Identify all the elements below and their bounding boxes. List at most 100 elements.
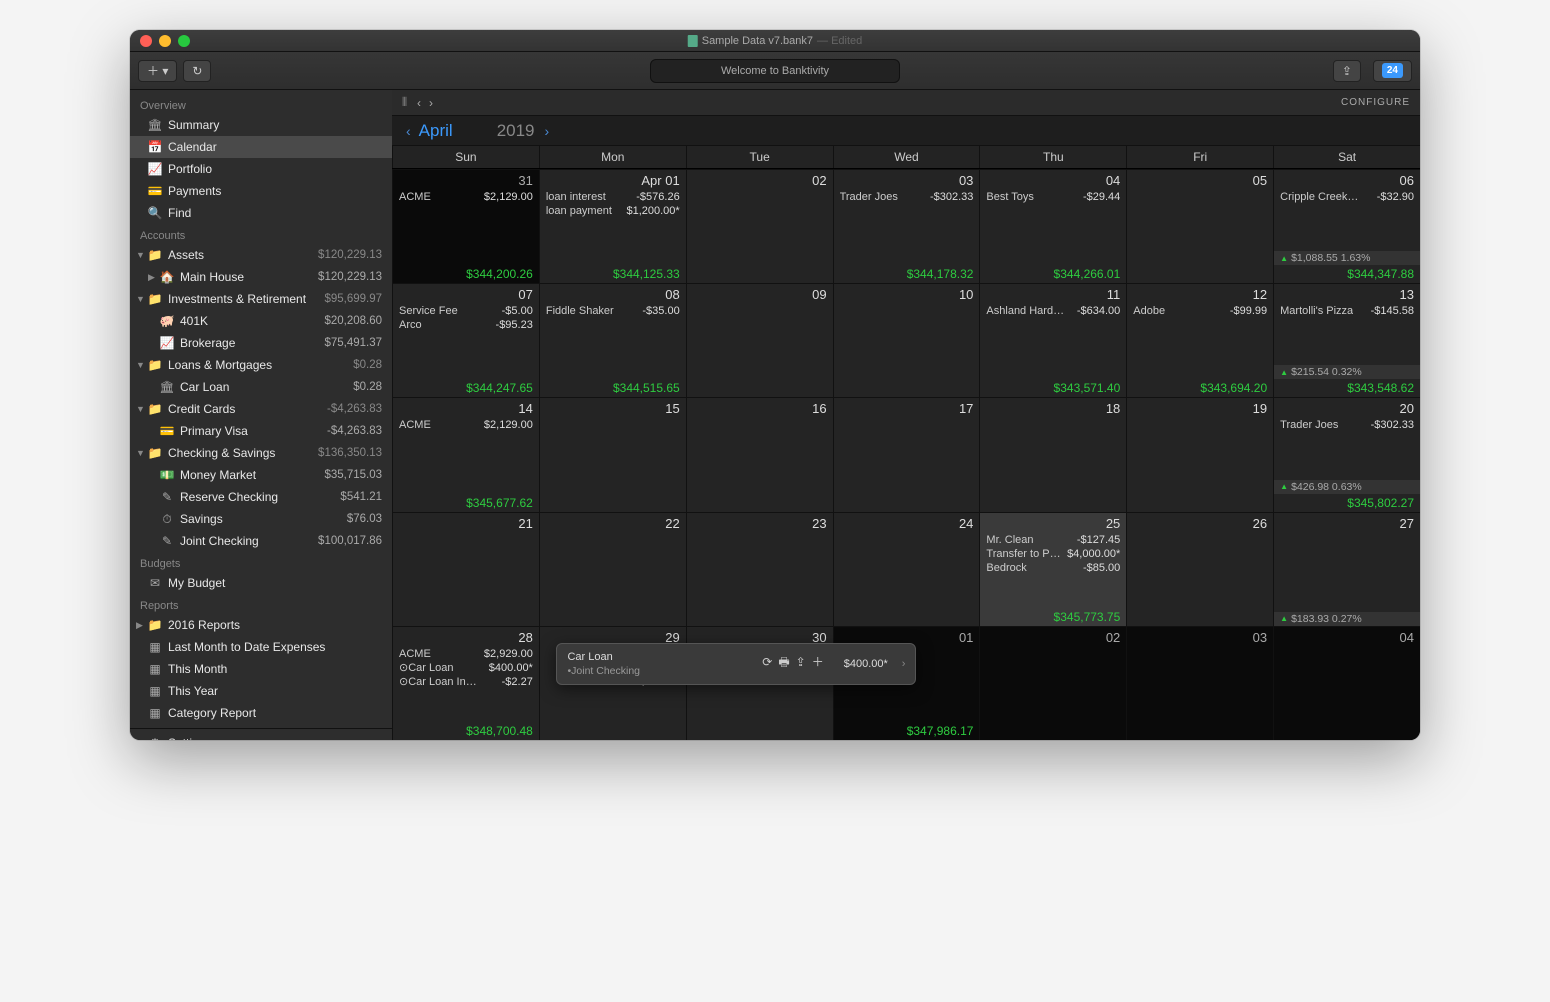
zoom-icon[interactable] bbox=[178, 35, 190, 47]
transaction-row[interactable]: ACME$2,129.00 bbox=[399, 190, 533, 204]
sidebar-item-checking-savings[interactable]: ▼ 📁 Checking & Savings $136,350.13 bbox=[130, 442, 392, 464]
calendar-cell[interactable]: 18 bbox=[979, 397, 1126, 511]
sidebar-item-summary[interactable]: 🏛 Summary bbox=[130, 114, 392, 136]
calendar-cell[interactable]: 12Adobe-$99.99$343,694.20 bbox=[1126, 283, 1273, 397]
month-label[interactable]: April bbox=[419, 121, 453, 141]
calendar-cell[interactable]: 23 bbox=[686, 512, 833, 626]
calendar-cell[interactable]: 10 bbox=[833, 283, 980, 397]
nav-forward-button[interactable]: › bbox=[425, 96, 437, 110]
upload-icon[interactable]: ⇪ bbox=[796, 655, 812, 669]
transaction-row[interactable]: Arco-$95.23 bbox=[399, 318, 533, 332]
calendar-cell[interactable]: 05 bbox=[1126, 169, 1273, 283]
transaction-row[interactable]: ACME$2,929.00 bbox=[399, 647, 533, 661]
panel-toggle-icon[interactable]: ⫴ bbox=[402, 95, 413, 110]
sidebar-item-car-loan[interactable]: 🏛 Car Loan $0.28 bbox=[130, 376, 392, 398]
transaction-row[interactable]: Transfer to Pri…$4,000.00* bbox=[986, 547, 1120, 561]
nav-back-button[interactable]: ‹ bbox=[413, 96, 425, 110]
sidebar-item-savings[interactable]: ⏱ Savings $76.03 bbox=[130, 508, 392, 530]
calendar-badge-button[interactable]: 24 bbox=[1373, 60, 1412, 82]
calendar-cell[interactable]: 06Cripple Creek Mu…-$32.90▲$1,088.55 1.6… bbox=[1273, 169, 1420, 283]
add-button[interactable]: ＋ ▾ bbox=[138, 60, 177, 82]
disclosure-icon[interactable]: ▼ bbox=[136, 401, 146, 417]
calendar-cell[interactable]: 24 bbox=[833, 512, 980, 626]
sidebar-item-assets[interactable]: ▼ 📁 Assets $120,229.13 bbox=[130, 244, 392, 266]
minimize-icon[interactable] bbox=[159, 35, 171, 47]
share-button[interactable]: ⇪ bbox=[1333, 60, 1361, 82]
sidebar-item-find[interactable]: 🔍 Find bbox=[130, 202, 392, 224]
calendar-cell[interactable]: 20Trader Joes-$302.33▲$426.98 0.63%$345,… bbox=[1273, 397, 1420, 511]
transaction-row[interactable]: Cripple Creek Mu…-$32.90 bbox=[1280, 190, 1414, 204]
transaction-row[interactable]: ⊙Car Loan Interest-$2.27 bbox=[399, 675, 533, 689]
transaction-row[interactable]: Adobe-$99.99 bbox=[1133, 304, 1267, 318]
transaction-row[interactable]: ⊙Car Loan$400.00* bbox=[399, 661, 533, 675]
disclosure-icon[interactable]: ▶ bbox=[148, 269, 158, 285]
refresh-button[interactable]: ↻ bbox=[183, 60, 211, 82]
sidebar-item-credit-cards[interactable]: ▼ 📁 Credit Cards -$4,263.83 bbox=[130, 398, 392, 420]
disclosure-icon[interactable]: ▼ bbox=[136, 357, 146, 373]
calendar-cell[interactable]: 09 bbox=[686, 283, 833, 397]
calendar-cell[interactable]: 03Trader Joes-$302.33$344,178.32 bbox=[833, 169, 980, 283]
calendar-cell[interactable]: 08Fiddle Shaker-$35.00$344,515.65 bbox=[539, 283, 686, 397]
calendar-cell[interactable]: 17 bbox=[833, 397, 980, 511]
recur-icon[interactable]: ⟳ bbox=[762, 655, 778, 669]
sidebar-item-401k[interactable]: 🐖 401K $20,208.60 bbox=[130, 310, 392, 332]
print-icon[interactable]: 🖶 bbox=[778, 655, 795, 669]
next-month-button[interactable]: › bbox=[541, 123, 554, 139]
settings-button[interactable]: ⚙Settings bbox=[130, 728, 392, 740]
transaction-row[interactable]: Martolli's Pizza-$145.58 bbox=[1280, 304, 1414, 318]
sidebar-item-brokerage[interactable]: 📈 Brokerage $75,491.37 bbox=[130, 332, 392, 354]
sidebar-item-main-house[interactable]: ▶ 🏠 Main House $120,229.13 bbox=[130, 266, 392, 288]
calendar-cell[interactable]: 11Ashland Hardware-$634.00$343,571.40 bbox=[979, 283, 1126, 397]
disclosure-icon[interactable]: ▼ bbox=[136, 247, 146, 263]
calendar-cell[interactable]: 04 bbox=[1273, 626, 1420, 740]
sidebar-item-money-market[interactable]: 💵 Money Market $35,715.03 bbox=[130, 464, 392, 486]
transaction-row[interactable]: Fiddle Shaker-$35.00 bbox=[546, 304, 680, 318]
calendar-cell[interactable]: 03 bbox=[1126, 626, 1273, 740]
calendar-cell[interactable]: 21 bbox=[392, 512, 539, 626]
calendar-cell[interactable]: 04Best Toys-$29.44$344,266.01 bbox=[979, 169, 1126, 283]
transaction-row[interactable]: Best Toys-$29.44 bbox=[986, 190, 1120, 204]
calendar-cell[interactable]: 26 bbox=[1126, 512, 1273, 626]
sidebar-item-my-budget[interactable]: ✉ My Budget bbox=[130, 572, 392, 594]
sidebar-item-primary-visa[interactable]: 💳 Primary Visa -$4,263.83 bbox=[130, 420, 392, 442]
sidebar-item-category-report[interactable]: ▦ Category Report bbox=[130, 702, 392, 724]
transaction-row[interactable]: Trader Joes-$302.33 bbox=[840, 190, 974, 204]
transaction-row[interactable]: loan interest-$576.26 bbox=[546, 190, 680, 204]
plus-icon[interactable]: ＋ bbox=[812, 655, 830, 669]
transaction-row[interactable]: Mr. Clean-$127.45 bbox=[986, 533, 1120, 547]
transaction-row[interactable]: ACME$2,129.00 bbox=[399, 418, 533, 432]
sidebar-item-investments-retirement[interactable]: ▼ 📁 Investments & Retirement $95,699.97 bbox=[130, 288, 392, 310]
sidebar-item-payments[interactable]: 💳 Payments bbox=[130, 180, 392, 202]
sidebar-item-loans-mortgages[interactable]: ▼ 📁 Loans & Mortgages $0.28 bbox=[130, 354, 392, 376]
welcome-pill[interactable]: Welcome to Banktivity bbox=[650, 59, 900, 83]
calendar-cell[interactable]: Apr 01loan interest-$576.26loan payment$… bbox=[539, 169, 686, 283]
transaction-row[interactable]: Trader Joes-$302.33 bbox=[1280, 418, 1414, 432]
sidebar-item-last-month-to-date-expenses[interactable]: ▦ Last Month to Date Expenses bbox=[130, 636, 392, 658]
sidebar-item-this-year[interactable]: ▦ This Year bbox=[130, 680, 392, 702]
calendar-cell[interactable]: 02 bbox=[686, 169, 833, 283]
calendar-cell[interactable]: 27▲$183.93 0.27% bbox=[1273, 512, 1420, 626]
calendar-cell[interactable]: 19 bbox=[1126, 397, 1273, 511]
transaction-row[interactable]: Service Fee-$5.00 bbox=[399, 304, 533, 318]
calendar-cell[interactable]: 22 bbox=[539, 512, 686, 626]
prev-month-button[interactable]: ‹ bbox=[402, 123, 415, 139]
disclosure-icon[interactable]: ▼ bbox=[136, 445, 146, 461]
calendar-cell[interactable]: 31ACME$2,129.00$344,200.26 bbox=[392, 169, 539, 283]
sidebar-item-2016-reports[interactable]: ▶ 📁 2016 Reports bbox=[130, 614, 392, 636]
calendar-cell[interactable]: 02 bbox=[979, 626, 1126, 740]
sidebar-item-calendar[interactable]: 📅 Calendar bbox=[130, 136, 392, 158]
sidebar-item-reserve-checking[interactable]: ✎ Reserve Checking $541.21 bbox=[130, 486, 392, 508]
calendar-cell[interactable]: 16 bbox=[686, 397, 833, 511]
calendar-cell[interactable]: 25Mr. Clean-$127.45Transfer to Pri…$4,00… bbox=[979, 512, 1126, 626]
chevron-right-icon[interactable]: › bbox=[902, 658, 906, 670]
sidebar-item-joint-checking[interactable]: ✎ Joint Checking $100,017.86 bbox=[130, 530, 392, 552]
calendar-cell[interactable]: 15 bbox=[539, 397, 686, 511]
sidebar-item-this-month[interactable]: ▦ This Month bbox=[130, 658, 392, 680]
disclosure-icon[interactable]: ▶ bbox=[136, 617, 146, 633]
transaction-row[interactable]: Ashland Hardware-$634.00 bbox=[986, 304, 1120, 318]
transaction-row[interactable]: loan payment$1,200.00* bbox=[546, 204, 680, 218]
calendar-cell[interactable]: 07Service Fee-$5.00Arco-$95.23$344,247.6… bbox=[392, 283, 539, 397]
calendar-cell[interactable]: 13Martolli's Pizza-$145.58▲$215.54 0.32%… bbox=[1273, 283, 1420, 397]
disclosure-icon[interactable]: ▼ bbox=[136, 291, 146, 307]
year-label[interactable]: 2019 bbox=[497, 121, 535, 141]
